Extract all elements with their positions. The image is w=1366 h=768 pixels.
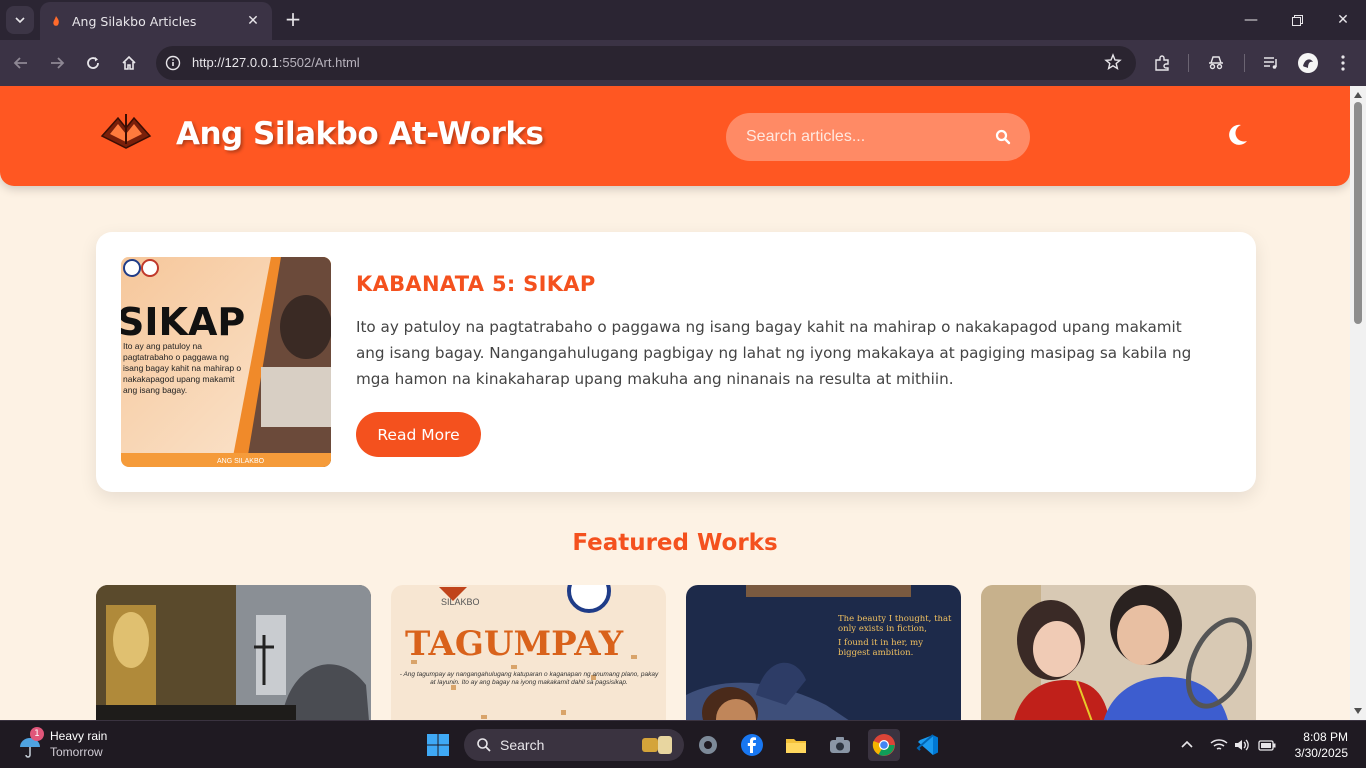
windows-taskbar: 1 Heavy rain Tomorrow Search 8:08 PM 3/3…: [0, 720, 1366, 768]
address-bar[interactable]: http://127.0.0.1:5502/Art.html: [156, 46, 1136, 80]
article-card: SIKAP Ito ay ang patuloy na pagtatrabaho…: [96, 232, 1256, 492]
tray-date: 3/30/2025: [1294, 746, 1348, 760]
toolbar-separator: [1244, 54, 1245, 72]
wifi-icon[interactable]: [1210, 738, 1228, 752]
browser-tabstrip: Ang Silakbo Articles ✕ + — ✕: [0, 0, 1366, 40]
article-excerpt: Ito ay patuloy na pagtatrabaho o paggawa…: [356, 318, 1192, 388]
weather-title: Heavy rain: [50, 729, 108, 743]
search-input[interactable]: [746, 125, 986, 149]
bookmark-star-icon[interactable]: [1104, 53, 1122, 75]
window-controls: — ✕: [1228, 0, 1366, 40]
sikap-poster-image: SIKAP Ito ay ang patuloy na pagtatrabaho…: [121, 257, 331, 467]
profile-avatar[interactable]: [1295, 50, 1321, 76]
new-tab-plus-icon[interactable]: +: [282, 8, 304, 30]
thumb-body: Ito ay ang patuloy na pagtatrabaho o pag…: [123, 341, 242, 395]
home-icon[interactable]: [116, 50, 142, 76]
ambition-quote-1: The beauty I thought, that only exists i…: [838, 615, 952, 634]
facebook-icon[interactable]: [736, 729, 768, 761]
window-close-icon[interactable]: ✕: [1320, 0, 1366, 40]
toolbar-separator: [1188, 54, 1189, 72]
taskbar-search-icon: [477, 738, 491, 752]
read-more-button[interactable]: Read More: [356, 412, 481, 457]
incognito-icon[interactable]: [1203, 50, 1229, 76]
work-card-tagumpay[interactable]: SILAKBO TAGUMPAY - Ang tagumpay ay nanga…: [391, 585, 666, 720]
ambition-illustration-image: The beauty I thought, that only exists i…: [686, 585, 961, 720]
tab-title: Ang Silakbo Articles: [72, 13, 197, 29]
reload-icon[interactable]: [80, 50, 106, 76]
tagumpay-top-text: SILAKBO: [441, 597, 480, 607]
site-info-icon[interactable]: [162, 52, 184, 74]
tagumpay-caption: - Ang tagumpay ay nangangahulugang katup…: [399, 671, 659, 686]
site-header: Ang Silakbo At-Works: [0, 86, 1350, 186]
taskbar-search[interactable]: Search: [464, 729, 684, 761]
weather-subtitle: Tomorrow: [50, 745, 103, 759]
church-photo-image: [96, 585, 371, 720]
tennis-illustration-image: [981, 585, 1256, 720]
thumb-headline: SIKAP: [121, 300, 245, 344]
ambition-quote-2: I found it in her, my biggest ambition.: [838, 638, 924, 658]
chevron-down-icon: [15, 17, 25, 24]
tab-close-icon[interactable]: ✕: [244, 13, 262, 29]
camera-app-icon[interactable]: [824, 729, 856, 761]
vscode-icon[interactable]: [912, 729, 944, 761]
restore-icon[interactable]: [1274, 0, 1320, 40]
minimize-icon[interactable]: —: [1228, 0, 1274, 40]
forward-arrow-icon[interactable]: [44, 50, 70, 76]
search-highlight-icon: [642, 736, 672, 754]
file-explorer-icon[interactable]: [780, 729, 812, 761]
tab-search-button[interactable]: [6, 6, 34, 34]
article-title[interactable]: KABANATA 5: SIKAP: [356, 272, 596, 296]
page-scrollbar[interactable]: [1350, 86, 1366, 720]
url-host: http://127.0.0.1: [192, 55, 279, 70]
browser-menu-icon[interactable]: [1330, 50, 1356, 76]
tray-chevron-up-icon[interactable]: [1180, 738, 1194, 752]
page-viewport: Ang Silakbo At-Works Search articles... …: [0, 86, 1350, 720]
settings-gear-icon[interactable]: [692, 729, 724, 761]
media-controls-icon[interactable]: [1258, 50, 1284, 76]
dark-mode-moon-icon[interactable]: [1224, 122, 1250, 148]
windows-start-icon[interactable]: [422, 729, 454, 761]
weather-badge: 1: [30, 727, 44, 741]
silakbo-logo-icon[interactable]: [98, 110, 154, 150]
extensions-icon[interactable]: [1149, 50, 1175, 76]
url-text: http://127.0.0.1:5502/Art.html: [192, 55, 360, 70]
weather-widget[interactable]: 1 Heavy rain Tomorrow: [14, 727, 154, 763]
tray-clock[interactable]: 8:08 PM 3/30/2025: [1295, 729, 1348, 761]
scroll-up-arrow-icon[interactable]: [1354, 92, 1362, 98]
search-box: [726, 113, 1030, 161]
url-path: :5502/Art.html: [278, 55, 360, 70]
tagumpay-title: TAGUMPAY: [405, 624, 624, 664]
featured-works-heading: Featured Works: [572, 530, 778, 556]
browser-tab-active[interactable]: Ang Silakbo Articles ✕: [40, 2, 272, 40]
site-title[interactable]: Ang Silakbo At-Works: [176, 116, 544, 152]
chrome-taskbar-icon[interactable]: [868, 729, 900, 761]
scrollbar-thumb[interactable]: [1354, 102, 1362, 324]
taskbar-search-label: Search: [500, 737, 545, 753]
work-card-church[interactable]: [96, 585, 371, 720]
search-icon[interactable]: [994, 128, 1012, 146]
work-card-ambition[interactable]: The beauty I thought, that only exists i…: [686, 585, 961, 720]
article-thumbnail[interactable]: SIKAP Ito ay ang patuloy na pagtatrabaho…: [121, 257, 331, 467]
scroll-down-arrow-icon[interactable]: [1354, 708, 1362, 714]
flame-favicon-icon: [53, 16, 59, 26]
tray-time: 8:08 PM: [1303, 730, 1348, 744]
tagumpay-poster-image: SILAKBO TAGUMPAY - Ang tagumpay ay nanga…: [391, 585, 666, 720]
battery-icon[interactable]: [1258, 738, 1276, 752]
volume-icon[interactable]: [1234, 738, 1250, 752]
thumb-footer: ANG SILAKBO: [217, 458, 265, 465]
back-arrow-icon[interactable]: [8, 50, 34, 76]
work-card-tennis[interactable]: [981, 585, 1256, 720]
